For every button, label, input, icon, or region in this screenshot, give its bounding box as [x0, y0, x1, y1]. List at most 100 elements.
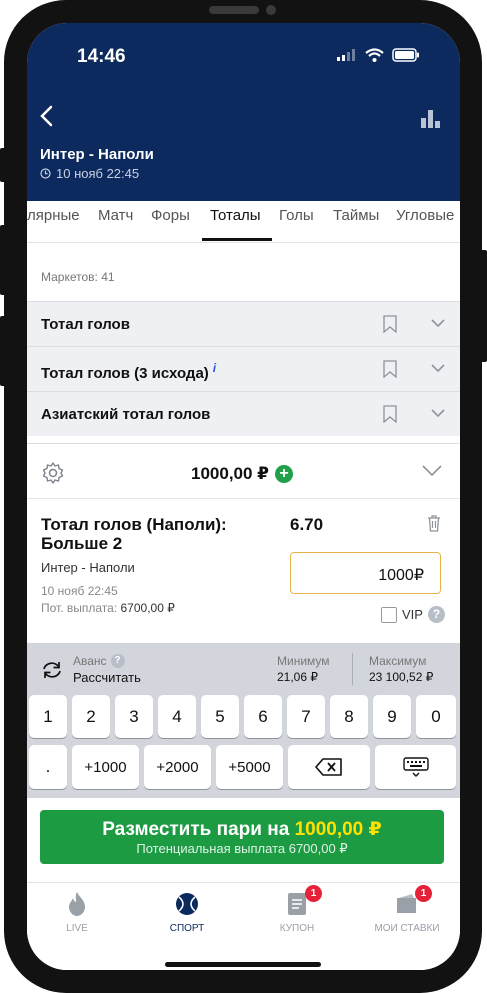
- match-title: Интер - Наполи: [40, 146, 154, 163]
- chevron-down-icon[interactable]: [422, 465, 442, 477]
- market-row-total-goals[interactable]: Тотал голов: [27, 301, 460, 346]
- bet-odds: 6.70: [290, 515, 324, 534]
- chevron-down-icon[interactable]: [431, 319, 445, 328]
- max-label: Максимум: [369, 654, 427, 668]
- key-3[interactable]: 3: [115, 695, 153, 738]
- fire-icon: [69, 892, 85, 916]
- vip-label: VIP: [402, 607, 423, 622]
- bet-keypad: Аванс ? Рассчитать Минимум 21,06 ₽ Макси…: [27, 643, 460, 798]
- bet-potential-payout: Пот. выплата: 6700,00 ₽: [41, 601, 175, 615]
- key-4[interactable]: 4: [158, 695, 196, 738]
- info-icon[interactable]: i: [213, 361, 216, 375]
- nav-item-my-bets[interactable]: 1 МОИ СТАВКИ: [362, 885, 452, 934]
- markets-count: Маркетов: 41: [41, 270, 115, 284]
- back-arrow-icon[interactable]: [39, 105, 53, 127]
- min-label: Минимум: [277, 654, 330, 668]
- bet-amount-value: 1000₽: [378, 567, 424, 584]
- place-bet-potential-payout: Потенциальная выплата 6700,00 ₽: [136, 841, 348, 856]
- my-bets-badge: 1: [415, 885, 432, 902]
- backspace-icon: [315, 758, 342, 776]
- divider: [27, 498, 460, 499]
- market-row-total-goals-3-outcomes[interactable]: Тотал голов (3 исхода) i: [27, 346, 460, 391]
- stake-summary: 1000,00 ₽ +: [191, 464, 294, 484]
- key-5[interactable]: 5: [201, 695, 239, 738]
- nav-icon-wrap: [142, 891, 232, 917]
- battery-icon: [392, 48, 419, 62]
- divider: [352, 653, 353, 685]
- key-2[interactable]: 2: [72, 695, 110, 738]
- match-datetime-text: 10 нояб 22:45: [56, 166, 140, 181]
- tab-totals[interactable]: Тоталы: [210, 207, 261, 224]
- gear-icon[interactable]: [41, 461, 65, 485]
- advance-label: Аванс ?: [73, 654, 125, 668]
- tab-corners[interactable]: Угловые: [396, 207, 454, 224]
- bottom-nav: LIVE СПОРТ 1 КУПОН 1 МОИ СТАВКИ: [27, 882, 460, 970]
- tab-match[interactable]: Матч: [98, 207, 133, 224]
- key-1[interactable]: 1: [29, 695, 67, 738]
- place-bet-label: Разместить пари на: [102, 819, 290, 840]
- add-stake-button[interactable]: +: [275, 465, 294, 483]
- nav-icon-wrap: 1: [252, 885, 342, 917]
- place-bet-main: Разместить пари на 1000,00 ₽: [40, 818, 444, 841]
- advance-help-icon[interactable]: ?: [110, 654, 125, 668]
- bet-date: 10 нояб 22:45: [41, 584, 118, 598]
- speaker-grille: [209, 6, 259, 14]
- tab-popular[interactable]: лярные: [27, 207, 80, 224]
- market-label: Азиатский тотал голов: [41, 406, 211, 423]
- nav-label: СПОРТ: [169, 923, 205, 934]
- max-value[interactable]: 23 100,52 ₽: [369, 670, 433, 684]
- min-value[interactable]: 21,06 ₽: [277, 670, 318, 684]
- bet-slip: 1000,00 ₽ + Тотал голов (Наполи): Больше…: [27, 443, 460, 644]
- key-8[interactable]: 8: [330, 695, 368, 738]
- payout-label: Пот. выплата:: [41, 601, 118, 615]
- refresh-icon[interactable]: [41, 661, 63, 679]
- keyboard-hide-icon: [402, 757, 429, 777]
- place-bet-button[interactable]: Разместить пари на 1000,00 ₽ Потенциальн…: [40, 810, 444, 864]
- bookmark-icon[interactable]: [383, 360, 397, 378]
- tab-halves[interactable]: Таймы: [333, 207, 379, 224]
- bookmark-icon[interactable]: [383, 405, 397, 423]
- stats-icon[interactable]: [421, 110, 441, 128]
- stake-amount: 1000,00 ₽: [191, 464, 270, 483]
- nav-icon-wrap: 1: [362, 885, 452, 917]
- vip-help-icon[interactable]: ?: [427, 606, 445, 623]
- nav-item-sport[interactable]: СПОРТ: [142, 891, 232, 934]
- key-7[interactable]: 7: [287, 695, 325, 738]
- bet-amount-input[interactable]: 1000₽: [290, 552, 441, 594]
- market-row-asian-total[interactable]: Азиатский тотал голов: [27, 391, 460, 436]
- key-dot[interactable]: .: [29, 745, 67, 789]
- chevron-down-icon[interactable]: [431, 409, 445, 418]
- key-9[interactable]: 9: [373, 695, 411, 738]
- nav-label: МОИ СТАВКИ: [374, 923, 440, 934]
- recalculate-button[interactable]: Рассчитать: [73, 670, 141, 685]
- coupon-icon: [288, 893, 306, 915]
- status-time: 14:46: [77, 46, 126, 67]
- chevron-down-icon[interactable]: [431, 364, 445, 373]
- key-0[interactable]: 0: [416, 695, 456, 738]
- bookmark-icon[interactable]: [383, 315, 397, 333]
- key-plus-2000[interactable]: +2000: [144, 745, 211, 789]
- tab-handicaps[interactable]: Форы: [151, 207, 190, 224]
- nav-item-coupon[interactable]: 1 КУПОН: [252, 885, 342, 934]
- key-plus-5000[interactable]: +5000: [216, 745, 283, 789]
- active-tab-indicator: [202, 238, 272, 241]
- payout-value: 6700,00 ₽: [120, 601, 175, 615]
- key-plus-1000[interactable]: +1000: [72, 745, 139, 789]
- advance-label-text: Аванс: [73, 654, 107, 668]
- key-hide-keyboard[interactable]: [375, 745, 456, 789]
- front-camera: [266, 5, 276, 15]
- match-header: 14:46 Интер - Наполи 10 нояб 22:45: [27, 23, 460, 201]
- key-6[interactable]: 6: [244, 695, 282, 738]
- market-label: Тотал голов: [41, 316, 130, 333]
- home-indicator[interactable]: [165, 962, 321, 967]
- vip-checkbox[interactable]: [381, 606, 397, 623]
- bet-selection-title: Тотал голов (Наполи): Больше 2: [41, 515, 227, 553]
- trash-icon[interactable]: [427, 515, 441, 532]
- signal-icon: [337, 49, 355, 61]
- coupon-badge: 1: [305, 885, 322, 902]
- key-backspace[interactable]: [288, 745, 370, 789]
- market-label: Тотал голов (3 исхода): [41, 365, 209, 382]
- nav-item-live[interactable]: LIVE: [32, 891, 122, 934]
- tab-goals[interactable]: Голы: [279, 207, 314, 224]
- keypad-info-bar: Аванс ? Рассчитать Минимум 21,06 ₽ Макси…: [27, 643, 460, 689]
